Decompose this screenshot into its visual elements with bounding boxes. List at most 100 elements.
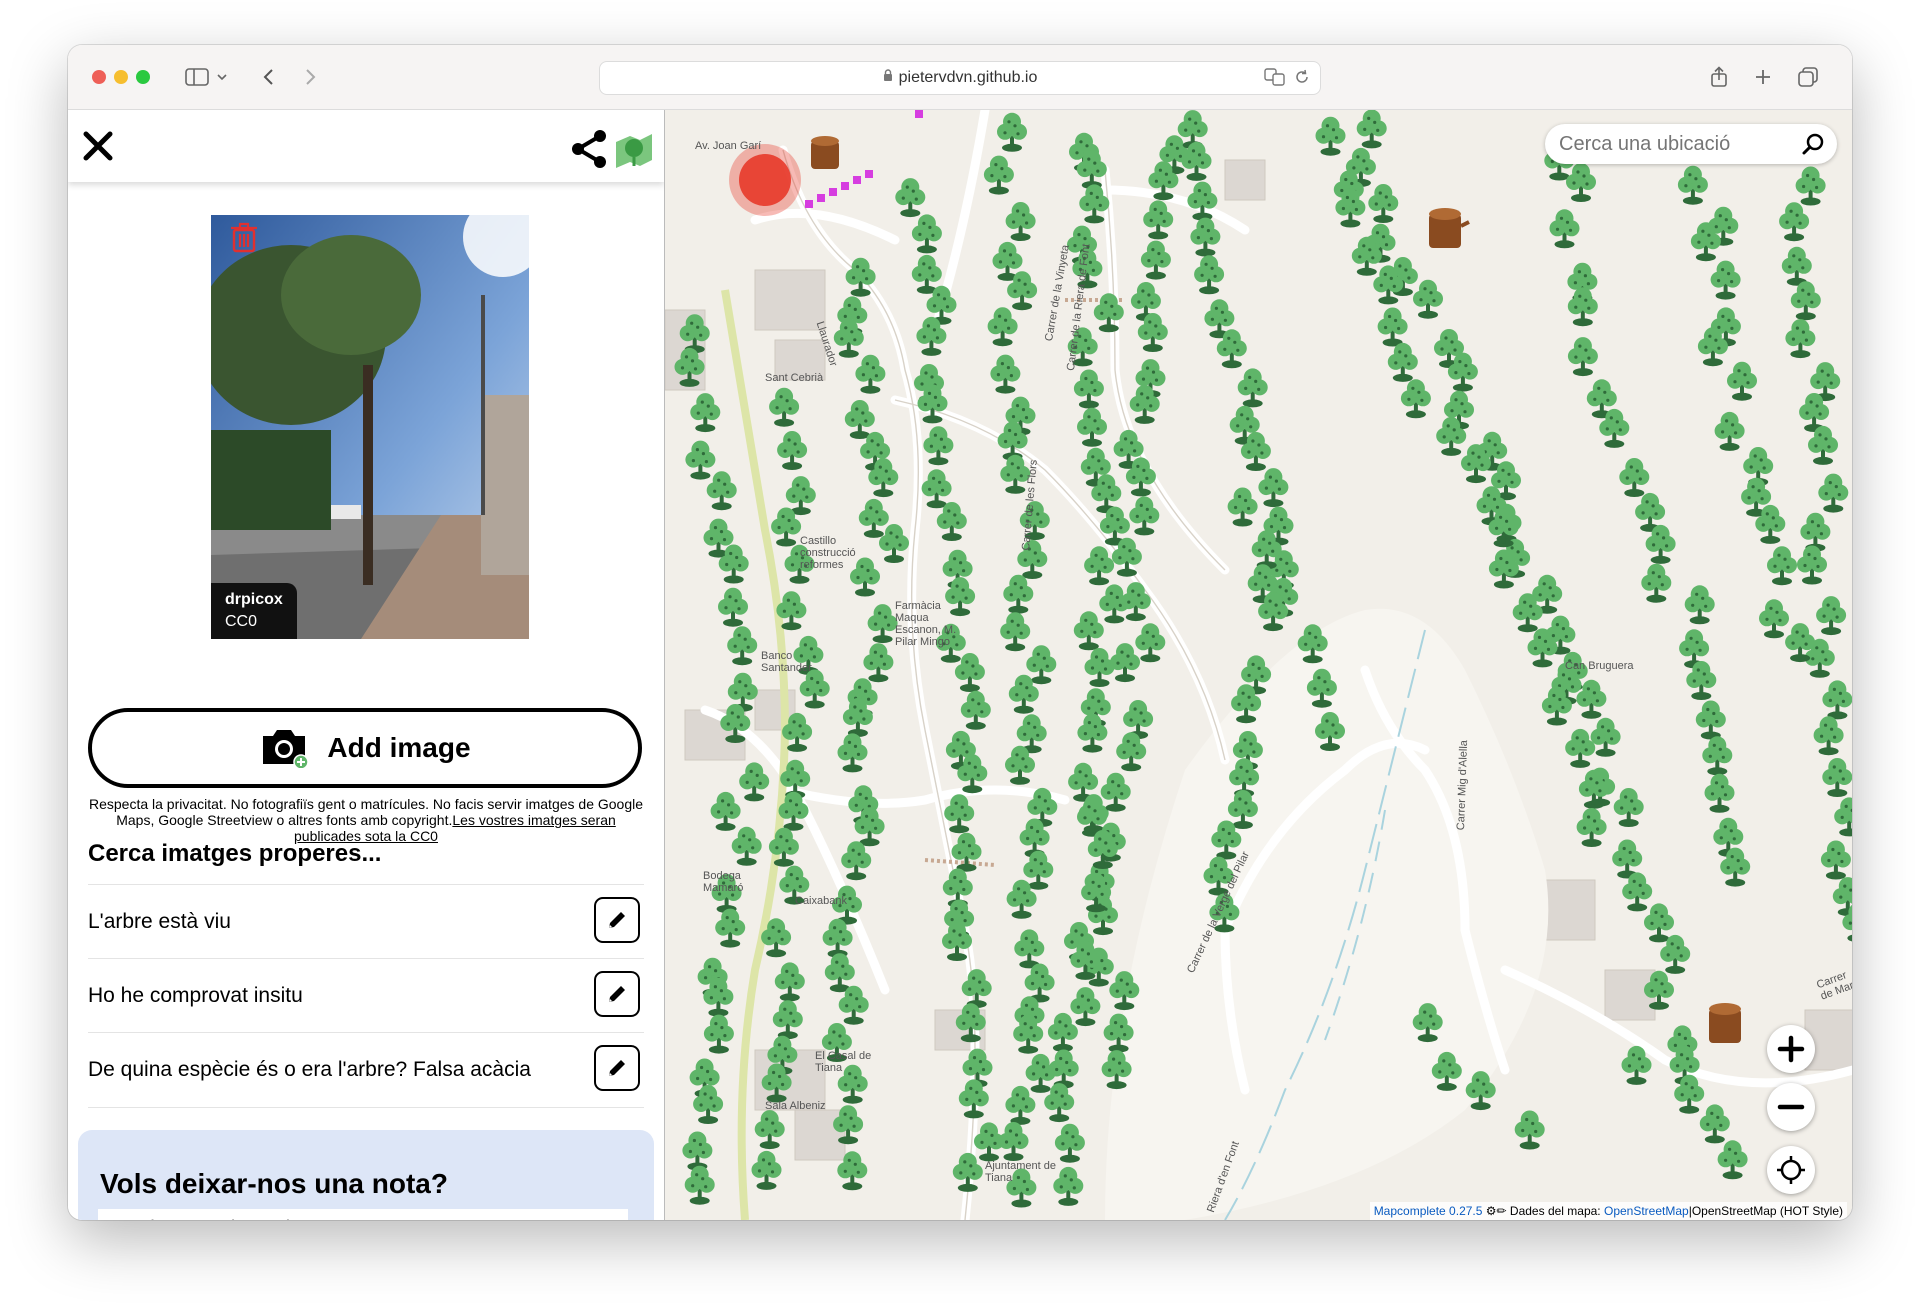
tree-marker-icon[interactable]	[867, 604, 898, 644]
tree-marker-icon[interactable]	[1702, 736, 1733, 776]
tree-marker-icon[interactable]	[923, 426, 954, 466]
zoom-out-button[interactable]	[1767, 1083, 1815, 1131]
tree-marker-icon[interactable]	[1413, 279, 1443, 319]
tree-photo[interactable]: drpicox CC0	[211, 215, 529, 639]
tree-marker-icon[interactable]	[824, 953, 855, 993]
tree-marker-icon[interactable]	[1110, 643, 1140, 683]
tree-marker-icon[interactable]	[1567, 337, 1598, 377]
close-icon[interactable]	[82, 130, 114, 162]
sidebar-toggle-icon[interactable]	[184, 63, 210, 91]
tree-marker-icon[interactable]	[1073, 369, 1104, 409]
tree-marker-icon[interactable]	[777, 431, 808, 470]
tree-marker-icon[interactable]	[1005, 1085, 1036, 1125]
tree-marker-icon[interactable]	[1194, 255, 1225, 295]
tree-marker-icon[interactable]	[936, 502, 967, 541]
geolocate-button[interactable]	[1767, 1146, 1815, 1194]
tree-marker-icon[interactable]	[1797, 545, 1827, 585]
tree-marker-icon[interactable]	[1714, 411, 1745, 451]
mapcomplete-logo-icon[interactable]	[612, 128, 654, 170]
tree-marker-icon[interactable]	[1368, 184, 1399, 223]
tree-marker-icon[interactable]	[990, 354, 1021, 394]
tree-marker-icon[interactable]	[754, 1110, 785, 1150]
tree-marker-icon[interactable]	[799, 669, 830, 709]
tree-marker-icon[interactable]	[1820, 840, 1851, 880]
tree-marker-icon[interactable]	[1356, 110, 1387, 149]
tree-marker-icon[interactable]	[1315, 116, 1346, 156]
tree-marker-icon[interactable]	[960, 690, 991, 730]
tree-marker-icon[interactable]	[1834, 797, 1852, 837]
tree-marker-icon[interactable]	[710, 791, 741, 831]
tree-marker-icon[interactable]	[1048, 1049, 1079, 1089]
dead-tree-icon[interactable]	[811, 136, 839, 169]
note-input[interactable]	[98, 1209, 628, 1220]
tree-marker-icon[interactable]	[1514, 1110, 1545, 1150]
tree-marker-icon[interactable]	[921, 469, 952, 509]
tree-marker-icon[interactable]	[1781, 246, 1812, 286]
tree-marker-icon[interactable]	[727, 626, 758, 666]
tree-marker-icon[interactable]	[1447, 352, 1478, 392]
chevron-down-icon[interactable]	[215, 63, 229, 91]
tree-marker-icon[interactable]	[841, 841, 872, 881]
tree-marker-icon[interactable]	[1135, 623, 1166, 663]
back-icon[interactable]	[258, 63, 278, 91]
tree-marker-icon[interactable]	[1779, 202, 1810, 242]
tree-marker-icon[interactable]	[1567, 287, 1598, 327]
tree-marker-icon[interactable]	[1644, 903, 1674, 943]
address-bar[interactable]: pietervdvn.github.io	[599, 61, 1321, 95]
tree-marker-icon[interactable]	[731, 826, 762, 866]
tree-marker-icon[interactable]	[998, 1122, 1029, 1161]
tree-marker-icon[interactable]	[1077, 407, 1107, 447]
close-window-button[interactable]	[92, 70, 106, 84]
tree-marker-icon[interactable]	[1710, 260, 1741, 300]
translate-icon[interactable]	[1264, 67, 1286, 92]
tree-marker-icon[interactable]	[718, 587, 748, 627]
tree-marker-icon[interactable]	[863, 643, 894, 683]
tree-marker-icon[interactable]	[1677, 165, 1708, 205]
tree-marker-icon[interactable]	[1377, 307, 1408, 347]
minimize-window-button[interactable]	[114, 70, 128, 84]
tree-marker-icon[interactable]	[1227, 487, 1258, 527]
search-input[interactable]	[1557, 131, 1791, 157]
tree-marker-icon[interactable]	[1684, 585, 1715, 625]
tree-marker-icon[interactable]	[1813, 716, 1844, 756]
tree-marker-icon[interactable]	[1129, 496, 1160, 536]
tree-marker-icon[interactable]	[1237, 368, 1268, 408]
tree-marker-icon[interactable]	[855, 354, 886, 394]
tree-marker-icon[interactable]	[739, 762, 770, 802]
tree-marker-icon[interactable]	[684, 1165, 715, 1205]
tree-marker-icon[interactable]	[987, 307, 1018, 347]
tree-marker-icon[interactable]	[1822, 758, 1852, 797]
tree-marker-icon[interactable]	[751, 1150, 782, 1190]
tree-marker-icon[interactable]	[715, 908, 746, 948]
tree-marker-icon[interactable]	[911, 214, 942, 254]
tree-marker-icon[interactable]	[879, 524, 909, 563]
forward-icon[interactable]	[301, 63, 321, 91]
tree-marker-icon[interactable]	[1816, 596, 1847, 636]
tree-marker-icon[interactable]	[895, 178, 926, 218]
tree-marker-icon[interactable]	[1000, 612, 1031, 652]
tree-marker-icon[interactable]	[682, 1131, 713, 1171]
tree-marker-icon[interactable]	[772, 1000, 803, 1040]
tree-marker-icon[interactable]	[997, 112, 1027, 152]
tree-marker-icon[interactable]	[1759, 599, 1789, 639]
tree-marker-icon[interactable]	[837, 733, 868, 773]
tree-marker-icon[interactable]	[1822, 680, 1852, 720]
map-view[interactable]: Av. Joan Garí Sant Cebrià Castillo const…	[664, 110, 1852, 1220]
share-link-icon[interactable]	[570, 130, 610, 168]
new-tab-icon[interactable]	[1752, 63, 1774, 91]
tree-marker-icon[interactable]	[1704, 773, 1735, 813]
zoom-window-button[interactable]	[136, 70, 150, 84]
tree-marker-icon[interactable]	[1566, 163, 1596, 202]
tree-marker-icon[interactable]	[774, 962, 805, 1002]
tree-marker-icon[interactable]	[685, 440, 716, 480]
tree-marker-icon[interactable]	[1003, 574, 1034, 614]
tree-marker-icon[interactable]	[983, 155, 1014, 195]
tree-marker-icon[interactable]	[1140, 240, 1171, 280]
tree-marker-icon[interactable]	[1790, 281, 1821, 321]
tree-marker-icon[interactable]	[1143, 200, 1174, 240]
tree-marker-icon[interactable]	[952, 1152, 983, 1192]
tree-marker-icon[interactable]	[1054, 1123, 1085, 1163]
tree-marker-icon[interactable]	[690, 393, 721, 433]
tree-marker-icon[interactable]	[1077, 713, 1108, 753]
edit-button[interactable]	[594, 1045, 640, 1091]
